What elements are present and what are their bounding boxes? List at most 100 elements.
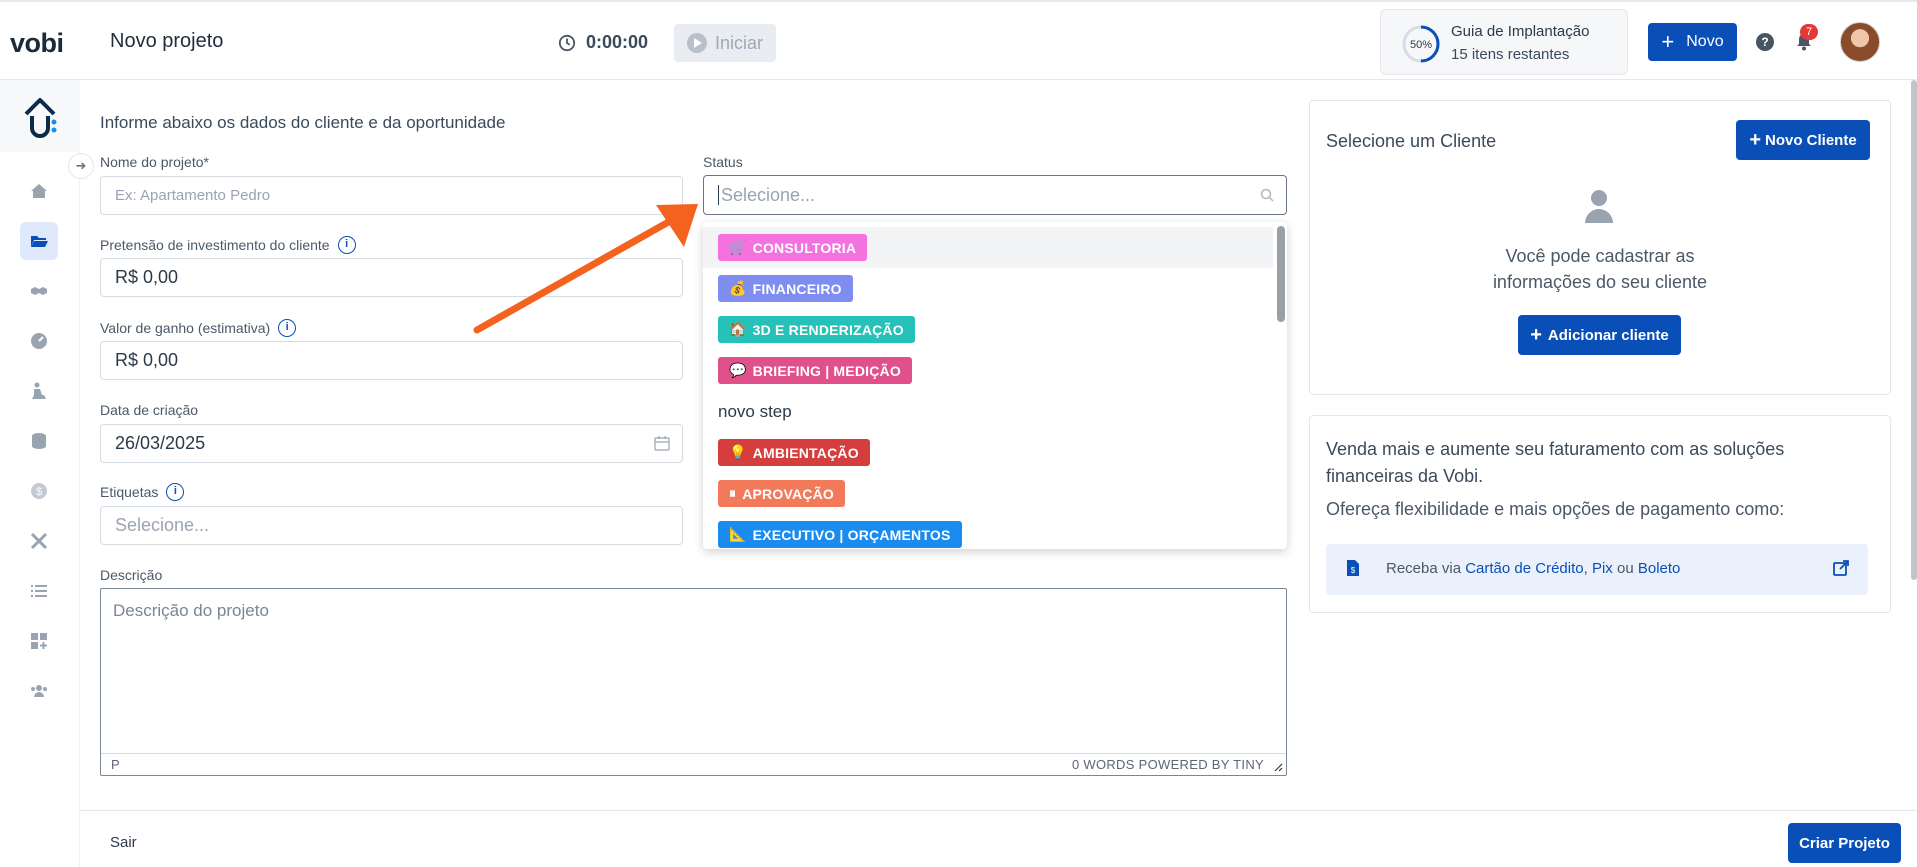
status-dropdown: 🛒 CONSULTORIA 💰 FINANCEIRO 🏠 3D E RENDERIZA…: [703, 222, 1287, 549]
sidebar-collapse-button[interactable]: ➜: [68, 153, 94, 179]
status-option[interactable]: novo step: [703, 391, 1273, 432]
status-tag: 💡 AMBIENTAÇÃO: [718, 439, 870, 466]
status-label-text: Status: [703, 154, 743, 170]
document-dollar-icon: $: [1347, 560, 1359, 576]
start-timer-button[interactable]: Iniciar: [674, 24, 776, 62]
sidebar-item-payments[interactable]: $: [20, 472, 58, 510]
promo-subtitle: Ofereça flexibilidade e mais opções de p…: [1326, 499, 1785, 519]
progress-ring-icon: 50%: [1402, 25, 1440, 63]
gain-input[interactable]: R$ 0,00: [100, 341, 683, 380]
investment-value: R$ 0,00: [115, 267, 179, 287]
page-scrollbar[interactable]: [1911, 80, 1917, 580]
status-option[interactable]: 🏠 3D E RENDERIZAÇÃO: [703, 309, 1273, 350]
gain-label-text: Valor de ganho (estimativa): [100, 320, 271, 336]
status-option[interactable]: 💰 FINANCEIRO: [703, 268, 1273, 309]
status-emoji: 💬: [729, 362, 747, 378]
separator: ,: [1583, 560, 1592, 577]
sidebar-item-list[interactable]: [20, 572, 58, 610]
new-button[interactable]: + Novo: [1648, 23, 1737, 61]
credit-card-link[interactable]: Cartão de Crédito: [1465, 560, 1583, 577]
brand-logo[interactable]: vobi: [10, 28, 64, 59]
editor-word-count: 0 WORDS POWERED BY TINY: [1071, 757, 1264, 772]
created-date-value: 26/03/2025: [115, 433, 206, 453]
sidebar-item-dashboard[interactable]: [20, 322, 58, 360]
guide-subtitle: 15 itens restantes: [1451, 46, 1570, 63]
info-icon[interactable]: i: [337, 236, 356, 254]
add-client-label: Adicionar cliente: [1547, 326, 1669, 344]
sidebar-item-projects[interactable]: [20, 222, 58, 260]
description-label-text: Descrição: [100, 567, 163, 583]
sidebar-item-team[interactable]: [20, 672, 58, 710]
sidebar-item-apps[interactable]: [20, 622, 58, 660]
sidebar-item-finance[interactable]: [20, 422, 58, 460]
client-panel: Selecione um Cliente + Novo Cliente Você…: [1309, 100, 1891, 395]
plus-icon: +: [1661, 29, 1675, 54]
status-tag-label: EXECUTIVO | ORÇAMENTOS: [752, 526, 951, 543]
coins-stack-icon: [32, 433, 46, 449]
sidebar-item-home[interactable]: [20, 172, 58, 210]
investment-label-text: Pretensão de investimento do cliente: [100, 237, 330, 253]
external-link-icon[interactable]: [1832, 559, 1850, 577]
client-panel-title: Selecione um Cliente: [1326, 131, 1497, 151]
status-tag: 🛒 CONSULTORIA: [718, 234, 868, 261]
footer-bar: Sair Criar Projeto: [80, 810, 1917, 867]
status-tag-label: FINANCEIRO: [752, 280, 842, 297]
status-emoji: 💰: [729, 280, 747, 296]
implementation-guide[interactable]: 50% Guia de Implantação 15 itens restant…: [1380, 9, 1628, 75]
tags-select[interactable]: Selecione...: [100, 506, 683, 545]
tags-label-text: Etiquetas: [100, 484, 159, 500]
boleto-link[interactable]: Boleto: [1638, 560, 1681, 577]
app-root: vobi Novo projeto 0:00:00 Iniciar 50% Gu…: [0, 0, 1917, 867]
status-option[interactable]: 🛒 CONSULTORIA: [703, 227, 1273, 268]
text-caret: [718, 185, 719, 205]
vobi-mark-icon: [24, 98, 57, 138]
help-icon[interactable]: ?: [1756, 33, 1774, 51]
status-select[interactable]: Selecione...: [703, 175, 1287, 215]
status-emoji: 🛒: [729, 239, 747, 255]
sidebar-logo[interactable]: [0, 80, 80, 152]
exit-button[interactable]: Sair: [110, 834, 137, 851]
project-name-input[interactable]: Ex: Apartamento Pedro: [100, 176, 683, 215]
sidebar-item-deals[interactable]: [20, 272, 58, 310]
avatar[interactable]: [1840, 22, 1880, 62]
status-tag: 📐 EXECUTIVO | ORÇAMENTOS: [718, 521, 962, 548]
dropdown-scrollbar[interactable]: [1277, 226, 1285, 322]
gain-value: R$ 0,00: [115, 350, 179, 370]
payment-methods-box[interactable]: $ Receba via Cartão de Crédito, Pix ou B…: [1326, 544, 1868, 595]
project-name-placeholder: Ex: Apartamento Pedro: [115, 187, 271, 204]
created-date-input[interactable]: 26/03/2025: [100, 424, 683, 463]
create-project-button[interactable]: Criar Projeto: [1788, 823, 1901, 863]
notification-badge: 7: [1800, 24, 1818, 40]
folder-icon: [31, 236, 48, 247]
status-placeholder: Selecione...: [721, 184, 816, 205]
svg-text:$: $: [1351, 566, 1356, 575]
apps-add-icon: [31, 633, 47, 649]
status-option[interactable]: 📐 EXECUTIVO | ORÇAMENTOS: [703, 514, 1273, 549]
status-emoji: 📐: [729, 526, 747, 542]
info-icon[interactable]: i: [166, 483, 185, 501]
svg-text:$: $: [36, 486, 42, 498]
handshake-icon: [31, 287, 47, 295]
description-label: Descrição: [100, 567, 162, 583]
status-option[interactable]: ⏸ APROVAÇÃO: [703, 473, 1273, 514]
investment-input[interactable]: R$ 0,00: [100, 258, 683, 297]
status-tag-label: 3D E RENDERIZAÇÃO: [752, 321, 904, 338]
gain-label: Valor de ganho (estimativa) i: [100, 319, 297, 337]
resize-handle-icon[interactable]: [1273, 762, 1283, 772]
add-client-button[interactable]: + Adicionar cliente: [1518, 315, 1681, 355]
status-tag-label: BRIEFING | MEDIÇÃO: [752, 362, 901, 379]
sidebar-item-workers[interactable]: [20, 372, 58, 410]
status-emoji: 💡: [729, 444, 747, 460]
receive-prefix: Receba via: [1386, 560, 1466, 577]
info-icon[interactable]: i: [278, 319, 297, 337]
description-editor[interactable]: Descrição do projeto P 0 WORDS POWERED B…: [100, 588, 1287, 776]
dollar-icon: $: [31, 483, 47, 499]
sidebar-item-tools[interactable]: [20, 522, 58, 560]
start-timer-label: Iniciar: [714, 32, 763, 53]
pix-link[interactable]: Pix: [1592, 560, 1613, 577]
status-option[interactable]: 💬 BRIEFING | MEDIÇÃO: [703, 350, 1273, 391]
top-bar: vobi Novo projeto 0:00:00 Iniciar 50% Gu…: [0, 0, 1917, 80]
status-option[interactable]: 💡 AMBIENTAÇÃO: [703, 432, 1273, 473]
new-client-button[interactable]: + Novo Cliente: [1736, 120, 1870, 160]
person-icon: [1585, 190, 1613, 223]
